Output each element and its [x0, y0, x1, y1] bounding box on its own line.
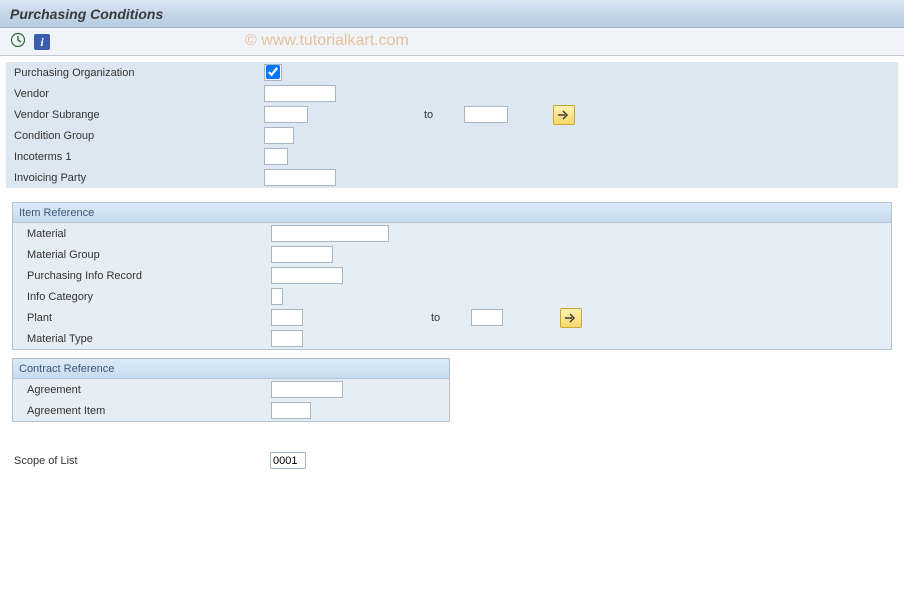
label-scope: Scope of List — [14, 455, 270, 467]
material-field[interactable] — [271, 225, 389, 242]
row-incoterms1: Incoterms 1 — [6, 146, 898, 167]
info-button[interactable]: i — [32, 32, 52, 52]
title-bar: Purchasing Conditions — [0, 0, 904, 28]
label-purch-info: Purchasing Info Record — [27, 270, 271, 282]
row-info-category: Info Category — [13, 286, 891, 307]
label-to-1: to — [424, 109, 464, 121]
label-vendor: Vendor — [14, 88, 264, 100]
agreement-item-field[interactable] — [271, 402, 311, 419]
row-plant: Plant to — [13, 307, 891, 328]
groupbox-contract-reference: Contract Reference Agreement Agreement I… — [12, 358, 450, 422]
label-material: Material — [27, 228, 271, 240]
label-vendor-subrange: Vendor Subrange — [14, 109, 264, 121]
page-title: Purchasing Conditions — [10, 6, 163, 22]
arrow-right-icon — [565, 313, 577, 323]
row-condition-group: Condition Group — [6, 125, 898, 146]
info-category-field[interactable] — [271, 288, 283, 305]
purch-info-field[interactable] — [271, 267, 343, 284]
incoterms1-field[interactable] — [264, 148, 288, 165]
row-material-group: Material Group — [13, 244, 891, 265]
label-incoterms1: Incoterms 1 — [14, 151, 264, 163]
plant-from-field[interactable] — [271, 309, 303, 326]
execute-button[interactable] — [8, 32, 28, 52]
vendor-subrange-more-button[interactable] — [553, 105, 575, 125]
row-agreement-item: Agreement Item — [13, 400, 449, 421]
label-purch-org: Purchasing Organization — [14, 67, 264, 79]
row-invoicing-party: Invoicing Party — [6, 167, 898, 188]
groupbox-header-contract-reference: Contract Reference — [13, 359, 449, 379]
info-icon: i — [34, 34, 50, 50]
scope-field[interactable] — [270, 452, 306, 469]
row-vendor-subrange: Vendor Subrange to — [6, 104, 898, 125]
label-plant: Plant — [27, 312, 271, 324]
label-material-type: Material Type — [27, 333, 271, 345]
vendor-field[interactable] — [264, 85, 336, 102]
groupbox-item-reference: Item Reference Material Material Group P… — [12, 202, 892, 350]
row-purch-org: Purchasing Organization — [6, 62, 898, 83]
label-info-category: Info Category — [27, 291, 271, 303]
clock-icon — [10, 32, 26, 51]
form-area: Purchasing Organization Vendor Vendor Su… — [0, 56, 904, 477]
plant-more-button[interactable] — [560, 308, 582, 328]
purch-org-checkbox[interactable] — [264, 64, 282, 81]
row-material-type: Material Type — [13, 328, 891, 349]
label-agreement: Agreement — [27, 384, 271, 396]
label-to-2: to — [431, 312, 471, 324]
material-type-field[interactable] — [271, 330, 303, 347]
row-purch-info: Purchasing Info Record — [13, 265, 891, 286]
label-agreement-item: Agreement Item — [27, 405, 271, 417]
row-vendor: Vendor — [6, 83, 898, 104]
vendor-subrange-from-field[interactable] — [264, 106, 308, 123]
row-material: Material — [13, 223, 891, 244]
agreement-field[interactable] — [271, 381, 343, 398]
row-scope: Scope of List — [6, 450, 898, 471]
toolbar: i — [0, 28, 904, 56]
label-material-group: Material Group — [27, 249, 271, 261]
label-invoicing-party: Invoicing Party — [14, 172, 264, 184]
groupbox-header-item-reference: Item Reference — [13, 203, 891, 223]
arrow-right-icon — [558, 110, 570, 120]
plant-to-field[interactable] — [471, 309, 503, 326]
material-group-field[interactable] — [271, 246, 333, 263]
condition-group-field[interactable] — [264, 127, 294, 144]
vendor-subrange-to-field[interactable] — [464, 106, 508, 123]
invoicing-party-field[interactable] — [264, 169, 336, 186]
row-agreement: Agreement — [13, 379, 449, 400]
purch-org-checkbox-input[interactable] — [266, 65, 280, 79]
label-condition-group: Condition Group — [14, 130, 264, 142]
